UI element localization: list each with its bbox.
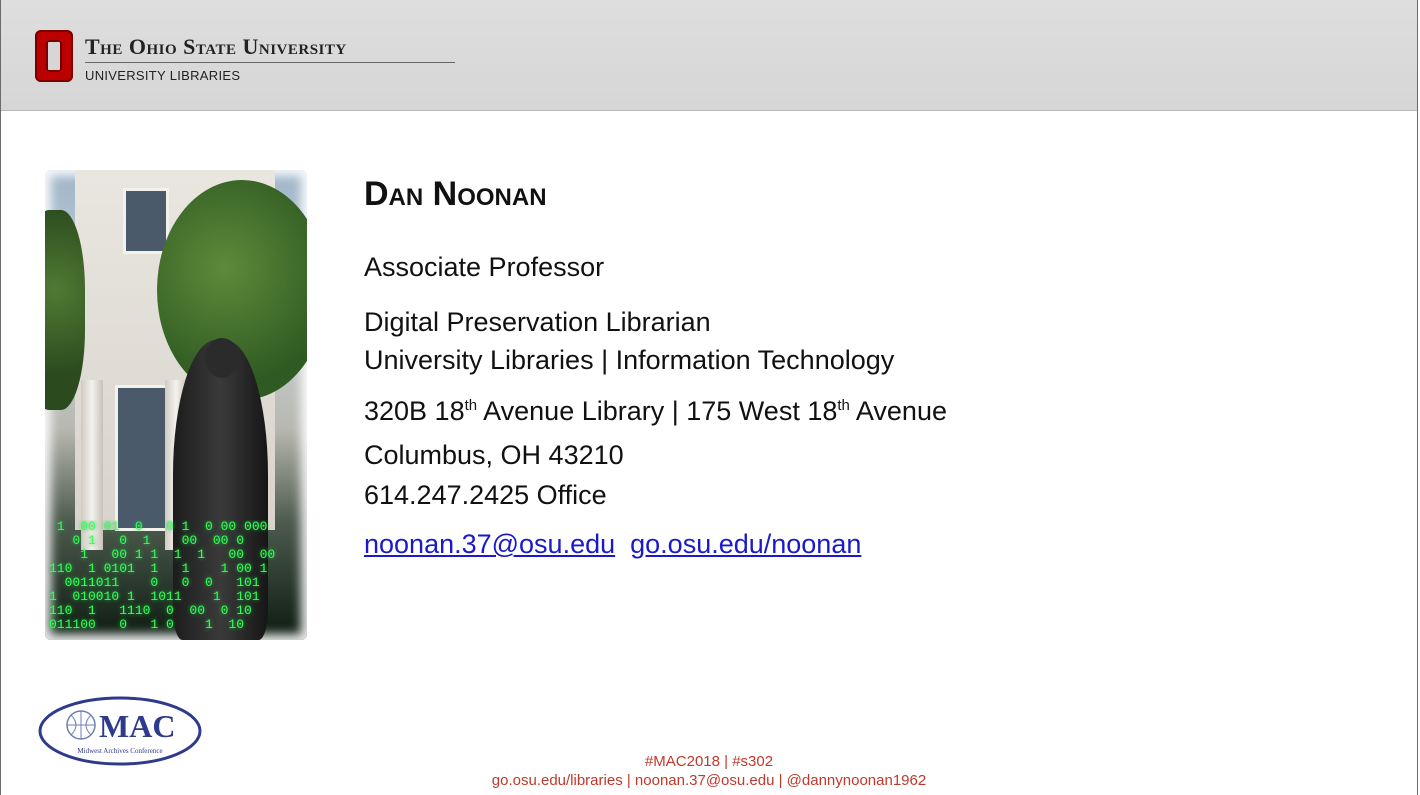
header-bar: The Ohio State University UNIVERSITY LIB… xyxy=(1,0,1417,111)
profile-links: noonan.37@osu.edu go.osu.edu/noonan xyxy=(364,529,861,560)
profile-photo: 1 00 01 0 0 1 0 00 000 0 1 0 1 00 00 0 1… xyxy=(45,170,307,640)
footer-contacts: go.osu.edu/libraries | noonan.37@osu.edu… xyxy=(491,772,927,789)
address-superscript: th xyxy=(837,397,850,414)
profile-address: 320B 18th Avenue Library | 175 West 18th… xyxy=(364,396,947,427)
profile-phone: 614.247.2425 Office xyxy=(364,480,607,510)
building-window xyxy=(123,188,169,254)
profile-title: Associate Professor xyxy=(364,252,605,282)
university-name: The Ohio State University xyxy=(85,34,347,59)
address-superscript: th xyxy=(464,397,478,414)
slide: The Ohio State University UNIVERSITY LIB… xyxy=(0,0,1418,795)
building-window xyxy=(115,385,171,531)
address-part: 320B 18 xyxy=(364,396,465,426)
globe-icon xyxy=(66,710,96,740)
block-o-icon xyxy=(35,30,73,82)
binary-overlay: 1 00 01 0 0 1 0 00 000 0 1 0 1 00 00 0 1… xyxy=(49,520,276,632)
email-link[interactable]: noonan.37@osu.edu xyxy=(364,529,615,559)
mac-logo-text: MAC xyxy=(99,708,175,744)
website-link[interactable]: go.osu.edu/noonan xyxy=(630,529,861,559)
profile-city: Columbus, OH 43210 xyxy=(364,440,624,470)
address-part: Avenue xyxy=(849,396,947,426)
department-name: UNIVERSITY LIBRARIES xyxy=(85,68,241,83)
address-part: Avenue Library | 175 West 18 xyxy=(477,396,838,426)
footer: #MAC2018 | #s302 go.osu.edu/libraries | … xyxy=(1,752,1417,790)
profile-name: Dan Noonan xyxy=(364,175,547,213)
statue-head xyxy=(205,338,239,378)
profile-role: Digital Preservation Librarian xyxy=(364,307,711,337)
footer-hashtags: #MAC2018 | #s302 xyxy=(644,753,774,770)
logo-divider xyxy=(85,62,455,63)
tree xyxy=(45,210,85,410)
profile-unit: University Libraries | Information Techn… xyxy=(364,345,895,375)
